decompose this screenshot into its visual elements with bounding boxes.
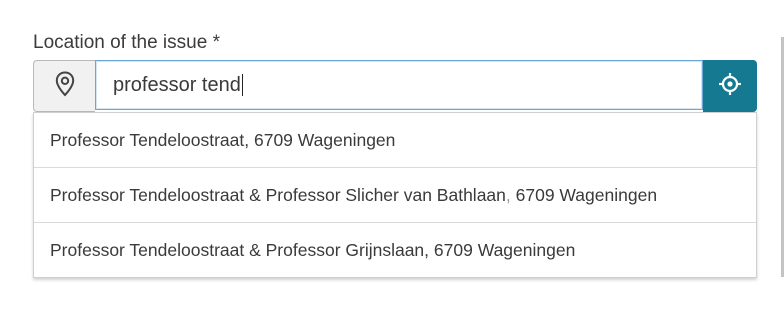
- page: Location of the issue * professor tend P…: [0, 0, 784, 313]
- search-input-value: professor tend: [113, 73, 241, 96]
- map-pin-addon: [33, 60, 95, 112]
- suggestion-item[interactable]: Professor Tendeloostraat & Professor Gri…: [34, 223, 756, 277]
- suggestion-place: 6709 Wageningen: [253, 129, 396, 150]
- suggestion-place: 6709 Wageningen: [433, 239, 576, 260]
- location-search-input[interactable]: professor tend: [95, 60, 703, 110]
- suggestion-separator: ,: [505, 184, 516, 205]
- locate-me-button[interactable]: [703, 60, 757, 112]
- map-pin-icon: [55, 70, 75, 102]
- suggestion-dropdown: Professor Tendeloostraat, 6709 Wageninge…: [33, 112, 757, 278]
- location-input-group: professor tend: [33, 60, 757, 112]
- location-label: Location of the issue *: [33, 32, 220, 53]
- suggestion-item[interactable]: Professor Tendeloostraat & Professor Sli…: [34, 168, 756, 223]
- text-caret: [241, 74, 243, 96]
- suggestion-street: Professor Tendeloostraat: [50, 129, 245, 150]
- locate-crosshair-icon: [718, 72, 742, 101]
- suggestion-street: Professor Tendeloostraat & Professor Sli…: [50, 184, 506, 205]
- suggestion-separator: ,: [424, 239, 434, 260]
- suggestion-separator: ,: [244, 129, 254, 150]
- suggestion-street: Professor Tendeloostraat & Professor Gri…: [50, 239, 425, 260]
- suggestion-item[interactable]: Professor Tendeloostraat, 6709 Wageninge…: [34, 113, 756, 168]
- suggestion-place: 6709 Wageningen: [515, 184, 658, 205]
